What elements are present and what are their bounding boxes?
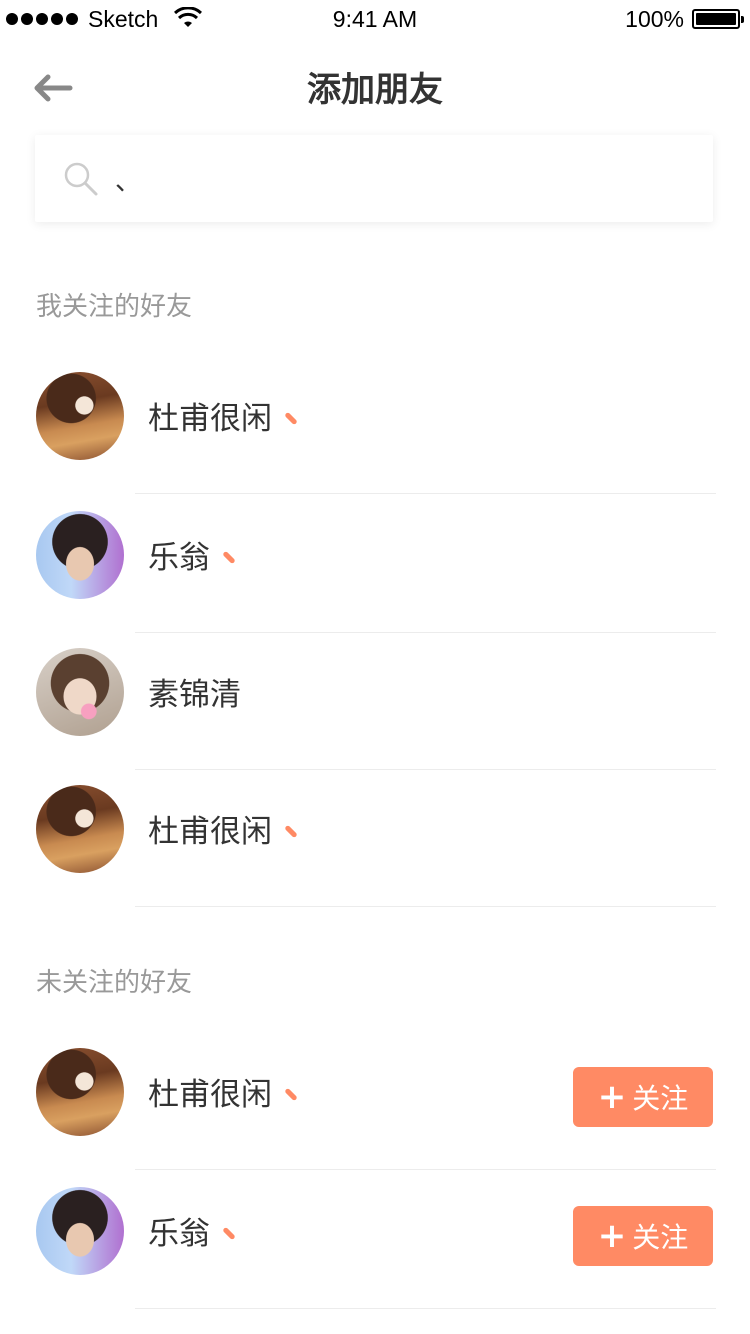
friend-name: 乐翁 [148, 540, 210, 576]
friend-name: 杜甫很闲 [148, 401, 272, 437]
accent-mark [284, 824, 298, 839]
friend-name: 杜甫很闲 [148, 814, 272, 850]
friend-row[interactable]: 杜甫很闲 + 关注 [0, 1033, 750, 1170]
friend-row[interactable]: 乐翁 [0, 496, 750, 633]
search-input[interactable] [115, 157, 675, 201]
followed-section-title: 我关注的好友 [36, 292, 193, 322]
divider [135, 1169, 716, 1170]
accent-mark [284, 411, 298, 426]
follow-button[interactable]: + 关注 [573, 1067, 713, 1127]
divider [135, 906, 716, 907]
avatar [36, 785, 124, 873]
page-title: 添加朋友 [307, 70, 443, 110]
avatar [36, 511, 124, 599]
accent-mark [222, 1226, 236, 1241]
follow-button[interactable]: + 关注 [573, 1206, 713, 1266]
search-icon [64, 162, 98, 196]
friend-name: 杜甫很闲 [148, 1077, 272, 1113]
plus-icon: + [597, 1216, 627, 1256]
avatar [36, 648, 124, 736]
friend-row[interactable]: 乐翁 + 关注 [0, 1172, 750, 1309]
search-bar[interactable] [35, 135, 713, 222]
navigation-bar: 添加朋友 [0, 52, 750, 118]
friend-name: 乐翁 [148, 1216, 210, 1252]
battery-icon [692, 9, 744, 29]
plus-icon: + [597, 1077, 627, 1117]
avatar [36, 372, 124, 460]
divider [135, 493, 716, 494]
unfollowed-section-title: 未关注的好友 [36, 968, 193, 998]
friend-row[interactable]: 杜甫很闲 [0, 357, 750, 494]
avatar [36, 1048, 124, 1136]
accent-mark [222, 550, 236, 565]
follow-label: 关注 [632, 1082, 689, 1115]
friend-name: 素锦清 [148, 677, 241, 713]
friend-row[interactable]: 素锦清 [0, 633, 750, 770]
friend-row[interactable]: 杜甫很闲 [0, 770, 750, 907]
battery-percentage: 100% [625, 6, 684, 32]
follow-label: 关注 [632, 1221, 689, 1254]
status-bar: Sketch 9:41 AM 100% [0, 0, 750, 40]
avatar [36, 1187, 124, 1275]
accent-mark [284, 1087, 298, 1102]
divider [135, 1308, 716, 1309]
